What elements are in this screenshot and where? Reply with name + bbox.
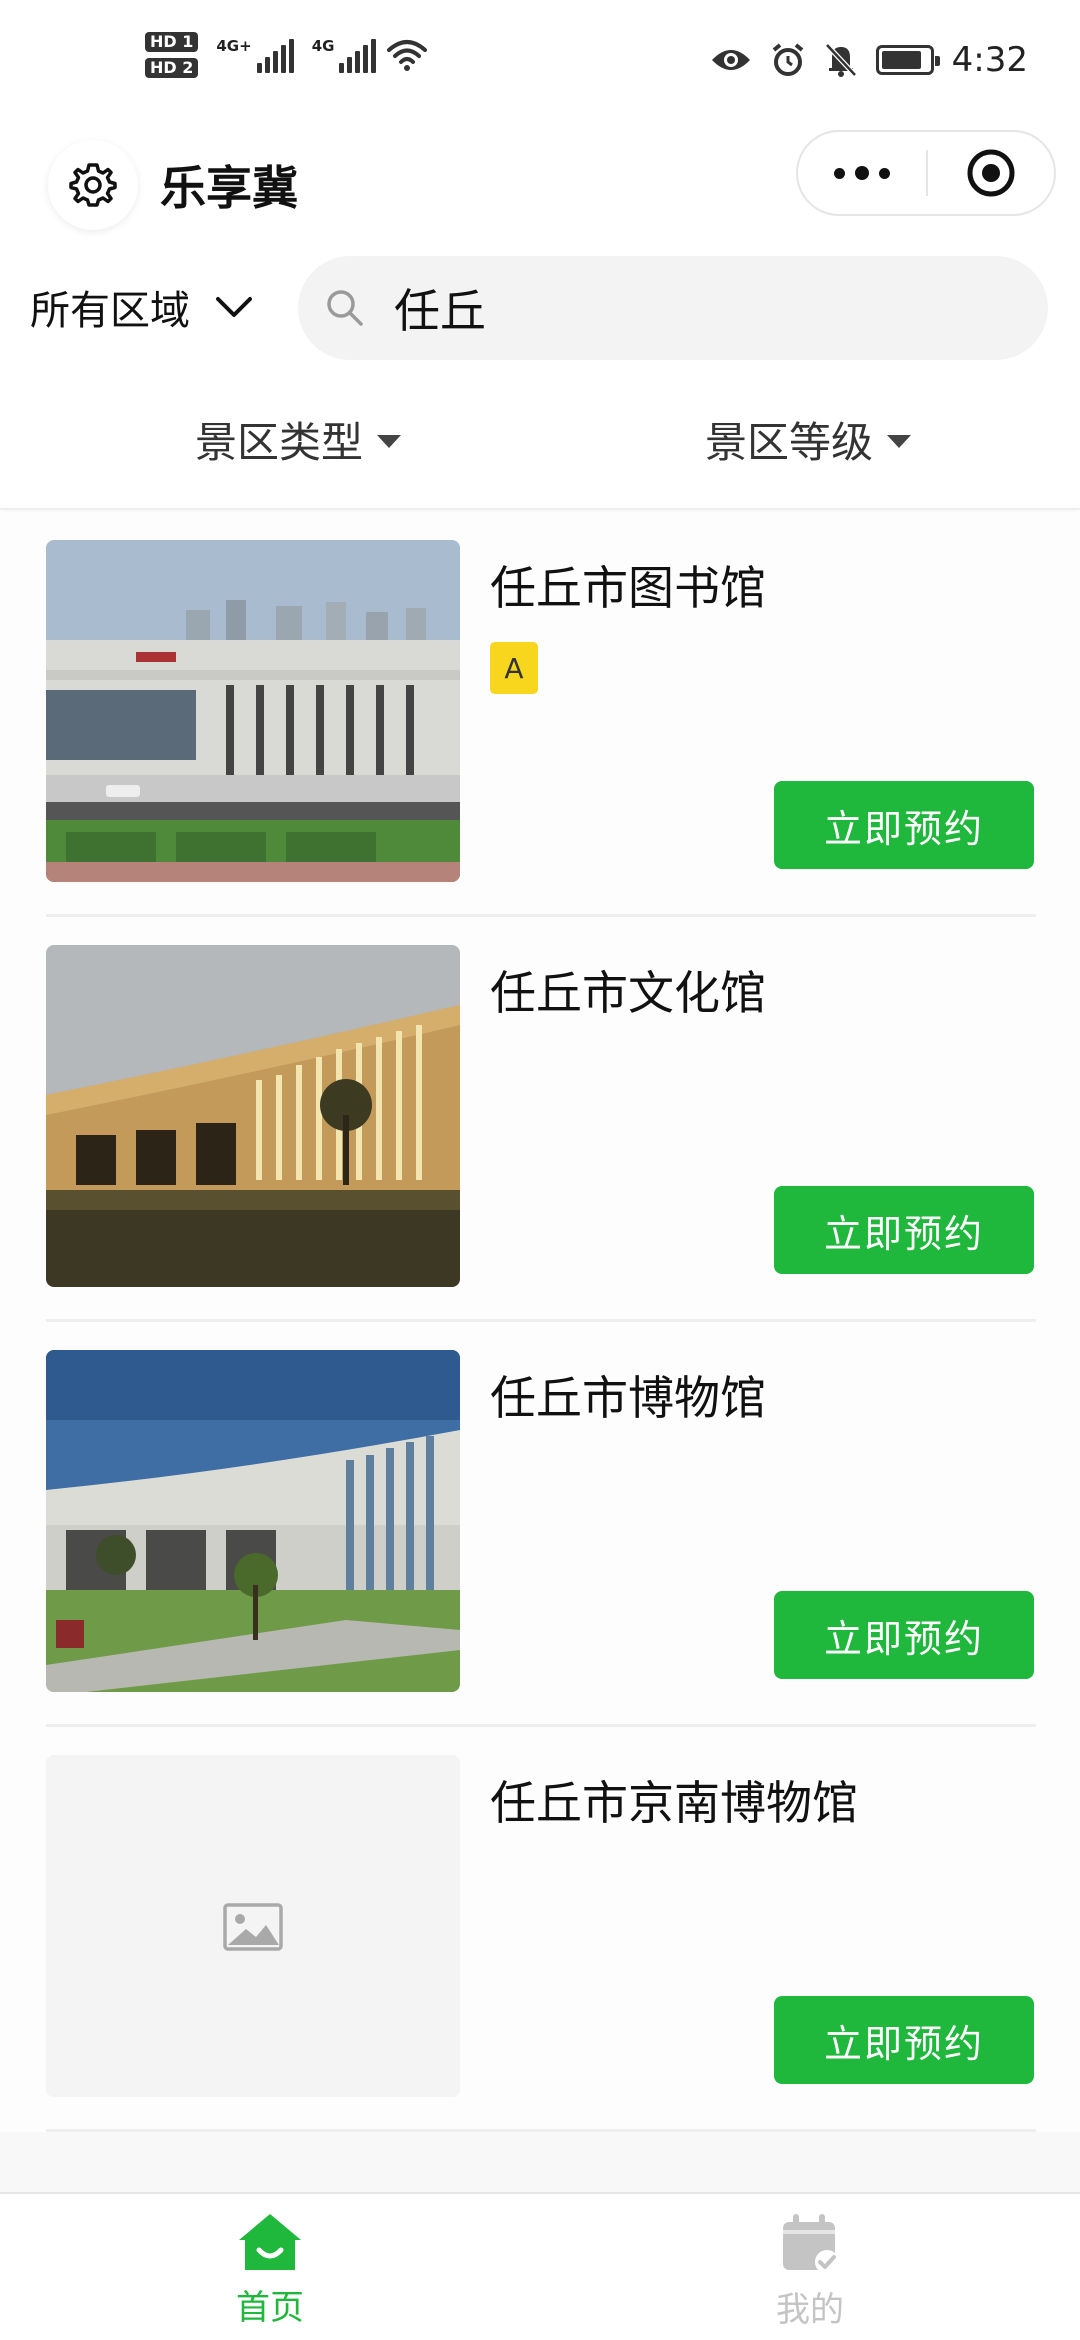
gear-icon — [69, 163, 117, 207]
sim-indicators: HD 1 HD 2 — [145, 32, 199, 78]
nav-bar: 乐享冀 — [0, 130, 1080, 250]
bottom-tab-bar: 首页 我的 — [0, 2192, 1080, 2340]
battery-icon — [875, 45, 940, 75]
more-dot-icon — [855, 166, 869, 180]
item-title: 任丘市图书馆 — [490, 561, 766, 615]
search-icon — [327, 290, 363, 326]
search-row: 所有区域 任丘 — [0, 250, 1080, 370]
image-placeholder — [46, 1755, 460, 2097]
filter-scenic-type[interactable]: 景区类型 — [195, 409, 402, 470]
book-now-button[interactable]: 立即预约 — [774, 1186, 1034, 1274]
tab-mine[interactable]: 我的 — [710, 2212, 910, 2331]
divider — [46, 2129, 1036, 2132]
tab-home[interactable]: 首页 — [170, 2212, 370, 2329]
list-item[interactable]: 任丘市图书馆 A 立即预约 — [0, 512, 1080, 917]
search-input[interactable]: 任丘 — [298, 256, 1048, 360]
caret-down-icon — [377, 435, 402, 448]
region-selector[interactable]: 所有区域 — [30, 278, 254, 336]
book-now-button[interactable]: 立即预约 — [774, 781, 1034, 869]
home-icon — [239, 2214, 301, 2270]
wifi-icon — [387, 40, 428, 71]
close-program-button[interactable] — [928, 132, 1054, 214]
item-title: 任丘市京南博物馆 — [490, 1776, 858, 1830]
target-close-icon — [967, 149, 1015, 197]
grade-badge: A — [490, 642, 538, 694]
eye-icon — [711, 50, 750, 70]
culture-center-photo — [46, 945, 460, 1287]
list-item[interactable]: 任丘市文化馆 立即预约 — [0, 917, 1080, 1322]
signal-sim1-icon: 4G+ — [216, 37, 294, 73]
item-title: 任丘市文化馆 — [490, 966, 766, 1020]
search-query-text: 任丘 — [394, 284, 486, 338]
alarm-icon — [772, 43, 803, 76]
app-title: 乐享冀 — [160, 161, 298, 215]
clock-time: 4:32 — [951, 40, 1028, 80]
item-title: 任丘市博物馆 — [490, 1371, 766, 1425]
filter-bar: 景区类型 景区等级 — [0, 385, 1080, 510]
tab-label: 我的 — [776, 2290, 844, 2330]
chevron-down-icon — [216, 297, 252, 317]
status-bar: HD 1 HD 2 4G+ 4G 4:32 — [0, 0, 1080, 130]
sim2-network-label: 4G — [311, 37, 335, 55]
museum-photo — [46, 1350, 460, 1692]
sim1-network-label: 4G+ — [216, 37, 252, 55]
region-label: 所有区域 — [30, 288, 190, 334]
more-dot-icon — [879, 167, 890, 179]
list-item[interactable]: 任丘市京南博物馆 立即预约 — [0, 1727, 1080, 2132]
library-photo — [46, 540, 460, 882]
book-now-button[interactable]: 立即预约 — [774, 1591, 1034, 1679]
hd2-badge: HD 2 — [145, 58, 199, 78]
filter-scenic-level[interactable]: 景区等级 — [705, 409, 912, 470]
calendar-check-icon — [783, 2214, 839, 2274]
bell-off-icon — [824, 43, 857, 77]
filter-label: 景区类型 — [195, 418, 364, 467]
caret-down-icon — [887, 435, 912, 448]
battery-fill — [881, 51, 921, 69]
mini-program-capsule — [796, 130, 1056, 216]
more-dot-icon — [834, 167, 845, 179]
list-item[interactable]: 任丘市博物馆 立即预约 — [0, 1322, 1080, 1727]
scenic-list: 任丘市图书馆 A 立即预约 任丘市文化馆 立即预约 任丘市博物馆 立即预约 任丘… — [0, 512, 1080, 2192]
tab-label: 首页 — [236, 2288, 304, 2328]
status-left: HD 1 HD 2 4G+ 4G — [145, 32, 428, 78]
book-now-button[interactable]: 立即预约 — [774, 1996, 1034, 2084]
signal-sim2-icon: 4G — [312, 37, 377, 73]
hd1-badge: HD 1 — [145, 32, 199, 52]
settings-button[interactable] — [48, 140, 138, 230]
status-right: 4:32 — [710, 40, 1028, 80]
more-button[interactable] — [798, 132, 926, 214]
filter-label: 景区等级 — [705, 418, 874, 467]
